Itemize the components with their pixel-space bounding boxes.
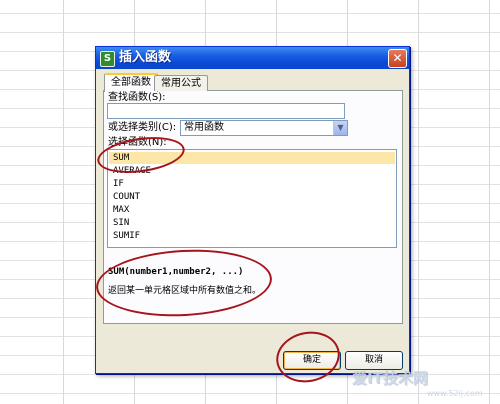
- close-button[interactable]: ✕: [388, 49, 407, 68]
- tab-all-functions[interactable]: 全部函数: [104, 73, 158, 92]
- watermark-url: www.52ij.com: [427, 389, 483, 398]
- function-item-if[interactable]: IF: [113, 178, 124, 190]
- tab-common-formulas[interactable]: 常用公式: [154, 75, 208, 91]
- function-item-count[interactable]: COUNT: [113, 191, 140, 203]
- search-input[interactable]: [107, 103, 345, 119]
- function-item-sumif[interactable]: SUMIF: [113, 230, 140, 242]
- chevron-down-icon[interactable]: ▼: [333, 121, 347, 135]
- dialog-title: 插入函数: [119, 50, 172, 65]
- insert-function-dialog: S 插入函数 ✕ 全部函数 常用公式 查找函数(S): 或选择类别(C): 常用…: [95, 46, 410, 374]
- title-bar[interactable]: S 插入函数 ✕: [96, 47, 409, 69]
- category-select[interactable]: 常用函数 ▼: [180, 120, 348, 136]
- category-label: 或选择类别(C):: [108, 122, 177, 133]
- watermark-text: 爱IT技术网: [352, 369, 428, 387]
- category-value: 常用函数: [184, 122, 224, 133]
- function-item-max[interactable]: MAX: [113, 204, 129, 216]
- app-icon: S: [100, 51, 115, 67]
- function-item-sin[interactable]: SIN: [113, 217, 129, 229]
